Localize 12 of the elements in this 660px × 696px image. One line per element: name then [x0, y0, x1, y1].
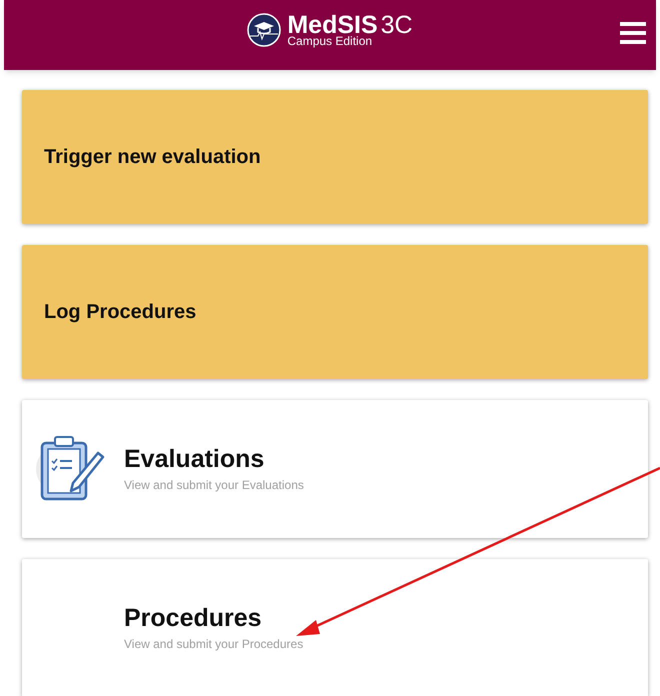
action-card[interactable]: Log Procedures — [22, 245, 648, 379]
module-card[interactable]: Evaluations View and submit your Evaluations — [22, 400, 648, 538]
module-card[interactable]: Procedures View and submit your Procedures — [22, 559, 648, 696]
brand-version: 3C — [380, 13, 413, 38]
logo-icon — [247, 13, 282, 47]
action-card[interactable]: Trigger new evaluation — [22, 90, 648, 224]
brand-edition: Campus Edition — [287, 35, 374, 47]
menu-button[interactable] — [620, 22, 646, 44]
card-subtitle: View and submit your Procedures — [124, 636, 304, 653]
card-title: Procedures — [124, 603, 263, 634]
card-subtitle: View and submit your Evaluations — [124, 476, 304, 494]
card-title: Evaluations — [124, 444, 266, 476]
